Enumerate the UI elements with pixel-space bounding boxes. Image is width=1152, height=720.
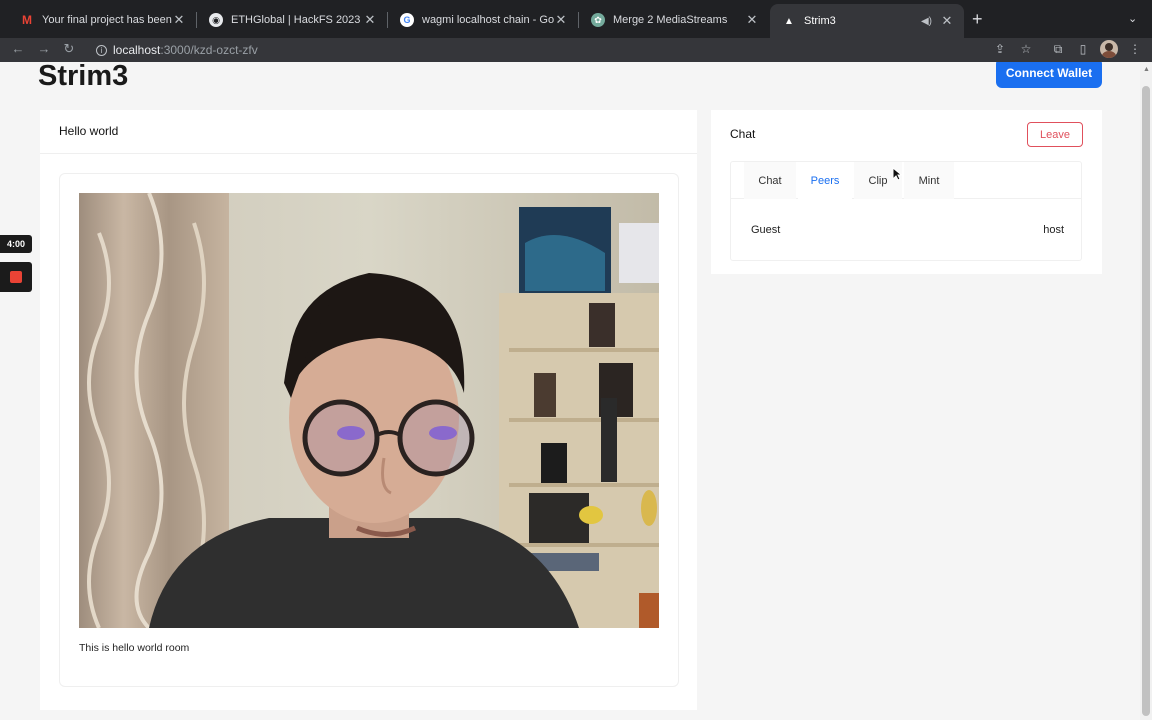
browser-tab-strip: M Your final project has been app ✕ ◉ ET… bbox=[0, 0, 1152, 38]
recording-timer: 4:00 bbox=[0, 235, 32, 253]
info-icon[interactable]: i bbox=[96, 44, 107, 56]
ethglobal-icon: ◉ bbox=[209, 13, 223, 27]
tab-title: Strim3 bbox=[804, 15, 836, 27]
room-description: This is hello world room bbox=[79, 642, 190, 654]
mouse-cursor-icon bbox=[892, 167, 902, 181]
room-name: Hello world bbox=[40, 110, 697, 154]
tab-mint[interactable]: Mint bbox=[904, 162, 954, 199]
speaker-icon[interactable]: ◀) bbox=[921, 16, 932, 27]
side-panel-icon[interactable]: ▯ bbox=[1075, 42, 1091, 56]
page-viewport: Strim3 Connect Wallet Hello world This i… bbox=[0, 62, 1140, 720]
address-bar[interactable]: i localhost:3000/kzd-ozct-zfv bbox=[86, 39, 986, 61]
video-stream[interactable] bbox=[79, 193, 659, 628]
browser-tab-chatgpt[interactable]: ✿ Merge 2 MediaStreams ✕ bbox=[579, 6, 769, 34]
close-tab-icon[interactable]: ✕ bbox=[940, 13, 954, 29]
chat-tab-list: Chat Peers Clip Mint bbox=[731, 162, 1081, 199]
kebab-menu-icon[interactable]: ⋮ bbox=[1127, 42, 1143, 56]
profile-avatar[interactable] bbox=[1100, 40, 1118, 58]
google-icon: G bbox=[400, 13, 414, 27]
star-icon[interactable]: ☆ bbox=[1018, 42, 1034, 56]
tab-chat[interactable]: Chat bbox=[744, 162, 796, 199]
chat-tabs-container: Chat Peers Clip Mint Guest host bbox=[730, 161, 1082, 261]
tab-title: Merge 2 MediaStreams bbox=[613, 14, 728, 26]
close-tab-icon[interactable]: ✕ bbox=[172, 12, 186, 28]
chevron-down-icon[interactable]: ⌄ bbox=[1128, 12, 1137, 25]
triangle-icon: ▲ bbox=[784, 15, 794, 27]
connect-wallet-button[interactable]: Connect Wallet bbox=[996, 62, 1102, 88]
tab-peers[interactable]: Peers bbox=[798, 162, 852, 199]
chat-panel-title: Chat bbox=[730, 127, 756, 141]
app-title: Strim3 bbox=[38, 62, 129, 92]
scroll-up-icon[interactable]: ▲ bbox=[1143, 66, 1150, 73]
browser-toolbar: ← → ↻ i localhost:3000/kzd-ozct-zfv ⇪ ☆ … bbox=[0, 38, 1152, 62]
tab-title: ETHGlobal | HackFS 2023 bbox=[231, 14, 361, 26]
chatgpt-icon: ✿ bbox=[591, 13, 605, 27]
scrollbar-thumb[interactable] bbox=[1142, 86, 1150, 716]
chat-panel: Chat Leave Chat Peers Clip Mint Guest ho… bbox=[711, 110, 1102, 274]
address-host: localhost bbox=[113, 43, 161, 57]
video-frame: This is hello world room bbox=[59, 173, 679, 687]
stop-icon bbox=[10, 271, 22, 283]
browser-tab-google[interactable]: G wagmi localhost chain - Google ✕ bbox=[388, 6, 578, 34]
new-tab-icon[interactable]: + bbox=[972, 10, 983, 28]
extensions-icon[interactable]: ⧉ bbox=[1050, 42, 1066, 57]
close-tab-icon[interactable]: ✕ bbox=[745, 12, 759, 28]
back-icon[interactable]: ← bbox=[9, 41, 27, 56]
room-card: Hello world This is hello world room bbox=[40, 110, 697, 710]
share-icon[interactable]: ⇪ bbox=[992, 42, 1008, 56]
peer-role: host bbox=[1043, 224, 1064, 236]
leave-button[interactable]: Leave bbox=[1027, 122, 1083, 147]
browser-tab-ethglobal[interactable]: ◉ ETHGlobal | HackFS 2023 ✕ bbox=[197, 6, 387, 34]
page-scrollbar[interactable]: ▲ bbox=[1140, 62, 1152, 720]
video-frame-image bbox=[79, 193, 659, 628]
reload-icon[interactable]: ↻ bbox=[60, 41, 78, 57]
browser-tab-gmail[interactable]: M Your final project has been app ✕ bbox=[8, 6, 196, 34]
address-path: :3000/kzd-ozct-zfv bbox=[160, 43, 258, 57]
peer-name: Guest bbox=[751, 224, 781, 236]
close-tab-icon[interactable]: ✕ bbox=[363, 12, 377, 28]
tab-title: wagmi localhost chain - Google bbox=[422, 14, 554, 26]
forward-icon[interactable]: → bbox=[35, 41, 53, 56]
browser-tab-strim3[interactable]: ▲ Strim3 ◀) ✕ bbox=[770, 4, 964, 38]
close-tab-icon[interactable]: ✕ bbox=[554, 12, 568, 28]
gmail-icon: M bbox=[22, 13, 32, 27]
stop-recording-button[interactable] bbox=[0, 262, 32, 292]
tab-title: Your final project has been app bbox=[42, 14, 172, 26]
